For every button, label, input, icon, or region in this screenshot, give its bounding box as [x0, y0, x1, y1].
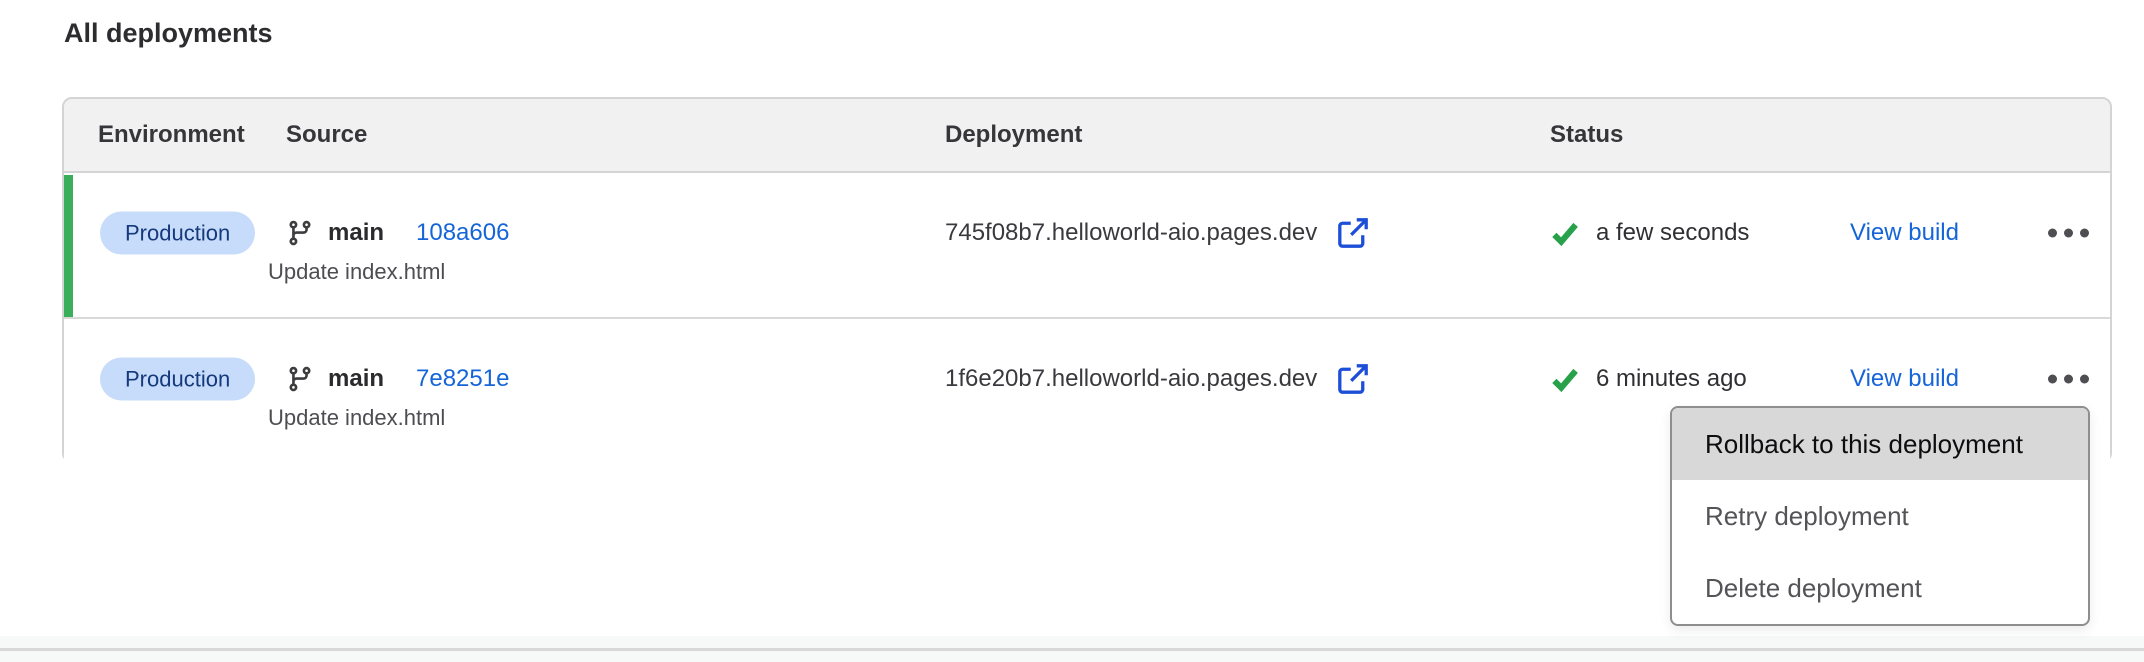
environment-cell: Production	[100, 212, 255, 255]
row-menu-cell	[2044, 367, 2093, 392]
branch-name: main	[328, 365, 384, 393]
branch-name: main	[328, 219, 384, 247]
deployment-url: 1f6e20b7.helloworld-aio.pages.dev	[945, 365, 1317, 393]
column-header-environment: Environment	[98, 121, 245, 149]
deployment-context-menu: Rollback to this deployment Retry deploy…	[1670, 406, 2090, 626]
view-build-cell: View build	[1850, 365, 1959, 393]
row-menu-cell	[2044, 221, 2093, 246]
column-header-status: Status	[1550, 121, 1623, 149]
environment-badge: Production	[100, 358, 255, 401]
environment-badge: Production	[100, 212, 255, 255]
commit-message: Update index.html	[268, 259, 445, 285]
status-cell: 6 minutes ago	[1550, 364, 1747, 394]
table-row: Production main 108a606 Update index.htm…	[64, 175, 2110, 319]
view-build-cell: View build	[1850, 219, 1959, 247]
source-cell: main 108a606	[286, 219, 509, 247]
status-time: 6 minutes ago	[1596, 365, 1747, 393]
external-link-icon[interactable]	[1335, 215, 1371, 251]
environment-cell: Production	[100, 358, 255, 401]
external-link-icon[interactable]	[1335, 361, 1371, 397]
page-title: All deployments	[64, 16, 273, 50]
commit-message: Update index.html	[268, 405, 445, 431]
source-cell: main 7e8251e	[286, 365, 509, 393]
deployment-url: 745f08b7.helloworld-aio.pages.dev	[945, 219, 1317, 247]
ellipsis-menu-icon[interactable]	[2044, 221, 2093, 246]
ellipsis-menu-icon[interactable]	[2044, 367, 2093, 392]
page-bottom-divider	[0, 648, 2144, 651]
git-branch-icon	[286, 219, 314, 247]
current-deployment-indicator-bar	[64, 175, 73, 317]
deployments-page: All deployments Environment Source Deplo…	[0, 0, 2144, 662]
menu-item-delete[interactable]: Delete deployment	[1672, 552, 2088, 624]
status-time: a few seconds	[1596, 219, 1749, 247]
column-header-source: Source	[286, 121, 367, 149]
view-build-link[interactable]: View build	[1850, 365, 1959, 393]
check-icon	[1550, 218, 1580, 248]
git-branch-icon	[286, 365, 314, 393]
view-build-link[interactable]: View build	[1850, 219, 1959, 247]
commit-link[interactable]: 108a606	[416, 219, 509, 247]
menu-item-rollback[interactable]: Rollback to this deployment	[1672, 408, 2088, 480]
commit-link[interactable]: 7e8251e	[416, 365, 509, 393]
deployment-cell: 1f6e20b7.helloworld-aio.pages.dev	[945, 361, 1371, 397]
column-header-deployment: Deployment	[945, 121, 1082, 149]
status-cell: a few seconds	[1550, 218, 1749, 248]
check-icon	[1550, 364, 1580, 394]
deployment-cell: 745f08b7.helloworld-aio.pages.dev	[945, 215, 1371, 251]
table-header-row: Environment Source Deployment Status	[64, 99, 2110, 173]
menu-item-retry[interactable]: Retry deployment	[1672, 480, 2088, 552]
